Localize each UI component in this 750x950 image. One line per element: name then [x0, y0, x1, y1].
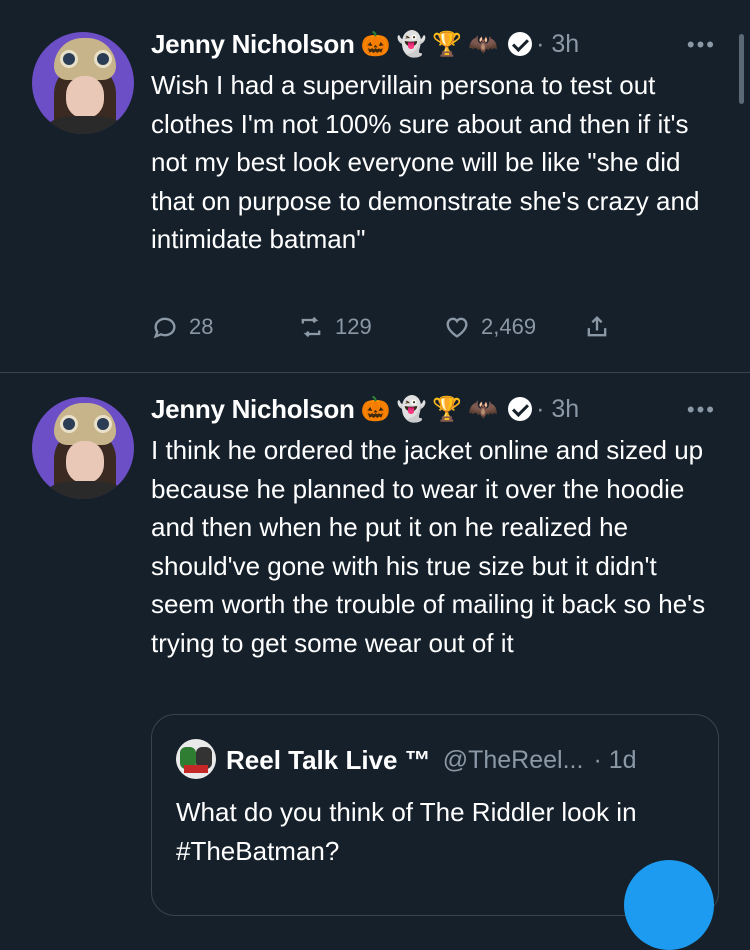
trophy-emoji: 🏆	[432, 395, 463, 423]
like-icon	[446, 317, 468, 338]
tweet-actions: 28 129 2,469	[151, 309, 611, 345]
pumpkin-emoji: 🎃	[360, 30, 391, 58]
retweet-icon	[301, 316, 321, 338]
reply-icon	[153, 317, 176, 339]
compose-tweet-button[interactable]	[624, 860, 714, 950]
bat-emoji: 🦇	[468, 395, 499, 423]
quote-text: What do you think of The Riddler look in…	[176, 797, 637, 866]
share-button[interactable]	[583, 313, 611, 341]
avatar[interactable]	[32, 32, 134, 134]
author-name[interactable]: Jenny Nicholson	[151, 394, 355, 425]
avatar[interactable]	[32, 397, 134, 499]
retweet-button[interactable]: 129	[297, 313, 443, 341]
pumpkin-emoji: 🎃	[360, 395, 391, 423]
quote-author-name[interactable]: Reel Talk Live ™	[226, 745, 431, 776]
quote-header: Reel Talk Live ™ @TheReel... · 1d	[226, 745, 637, 776]
timestamp[interactable]: · 3h	[536, 30, 579, 59]
quote-avatar[interactable]	[176, 739, 216, 779]
share-icon	[587, 316, 607, 337]
ghost-emoji: 👻	[396, 30, 427, 58]
quote-timestamp[interactable]: · 1d	[593, 746, 636, 775]
retweet-count: 129	[335, 314, 372, 339]
trophy-emoji: 🏆	[432, 30, 463, 58]
tweet-header: Jenny Nicholson 🎃 👻 🏆 🦇 · 3h	[151, 392, 579, 426]
tweet-text: Wish I had a supervillain persona to tes…	[151, 70, 700, 254]
more-icon[interactable]: •••	[687, 397, 716, 423]
reply-button[interactable]: 28	[151, 313, 297, 341]
verified-badge-icon	[508, 32, 533, 56]
ghost-emoji: 👻	[396, 395, 427, 423]
tweet-text: I think he ordered the jacket online and…	[151, 435, 706, 658]
tweet[interactable]: Jenny Nicholson 🎃 👻 🏆 🦇 · 3h ••• Wish I …	[0, 0, 750, 372]
like-count: 2,469	[481, 314, 537, 339]
tweet-header: Jenny Nicholson 🎃 👻 🏆 🦇 · 3h	[151, 27, 579, 61]
timestamp[interactable]: · 3h	[536, 395, 579, 424]
reply-count: 28	[189, 314, 214, 339]
bat-emoji: 🦇	[468, 30, 499, 58]
author-name[interactable]: Jenny Nicholson	[151, 29, 355, 60]
like-button[interactable]: 2,469	[443, 313, 583, 341]
verified-badge-icon	[508, 397, 533, 421]
quote-handle[interactable]: @TheReel...	[443, 746, 584, 775]
more-icon[interactable]: •••	[687, 32, 716, 58]
